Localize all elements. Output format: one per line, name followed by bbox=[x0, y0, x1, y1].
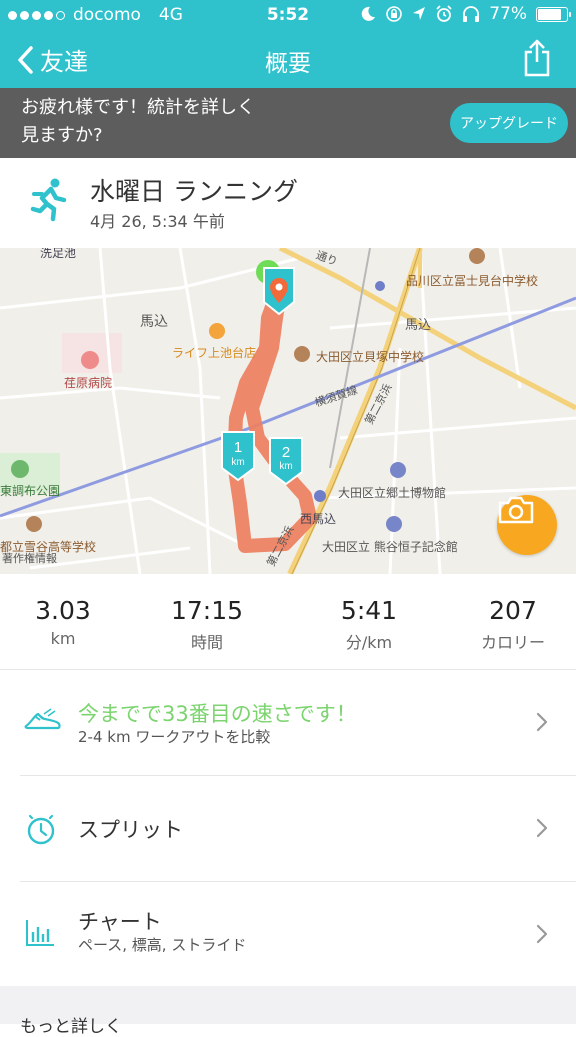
km-marker-1: 1 km bbox=[221, 431, 255, 482]
chart-title: チャート bbox=[78, 910, 162, 934]
compare-subtitle: 2-4 km ワークアウトを比較 bbox=[78, 728, 271, 746]
location-icon bbox=[413, 7, 426, 20]
stat-pace-unit: 分/km bbox=[345, 633, 393, 652]
map-label-copyright: 著作権情報 bbox=[2, 552, 57, 565]
map-label-park: 東調布公園 bbox=[0, 484, 61, 498]
map-label-shinagawa-school: 品川区立冨士見台中学校 bbox=[406, 274, 539, 288]
chart-row[interactable]: チャート ペース, 標高, ストライド bbox=[0, 882, 576, 988]
stat-distance-value: 3.03 bbox=[35, 596, 91, 625]
more-details-label: もっと詳しく bbox=[20, 1017, 122, 1037]
runner-icon bbox=[28, 178, 68, 226]
map-label-life-store: ライフ上池台店 bbox=[172, 346, 257, 360]
hospital-icon bbox=[81, 351, 99, 369]
orientation-lock-icon bbox=[386, 6, 403, 22]
store-icon bbox=[209, 323, 225, 339]
map-label-kyo-museum: 大田区立郷土博物館 bbox=[338, 486, 447, 500]
shoe-icon bbox=[24, 706, 62, 736]
map-label-nishimagome: 西馬込 bbox=[300, 512, 337, 526]
camera-icon bbox=[498, 496, 534, 524]
stat-pace-value: 5:41 bbox=[340, 596, 398, 625]
map-label-kumagai-museum: 大田区立 熊谷恒子記念館 bbox=[322, 540, 458, 554]
station-icon bbox=[314, 490, 326, 502]
stat-duration-value: 17:15 bbox=[170, 596, 244, 625]
stat-calories-value: 207 bbox=[489, 596, 537, 625]
bar-chart-icon bbox=[24, 918, 56, 952]
route-map[interactable]: 1 km 2 km 洗足池 馬込 馬込 品川区立冨士見台中学校 ライフ上池台店 … bbox=[0, 248, 576, 574]
park-icon bbox=[11, 460, 29, 478]
map-label-senzokuike: 洗足池 bbox=[40, 248, 77, 260]
activity-title: 水曜日 ランニング bbox=[90, 177, 298, 206]
chevron-right-icon bbox=[536, 818, 548, 842]
chart-subtitle: ペース, 標高, ストライド bbox=[78, 936, 247, 954]
stat-distance: 3.03 km bbox=[0, 596, 133, 648]
map-label-ebara-hospital: 荏原病院 bbox=[64, 376, 113, 390]
km-marker-2-unit: km bbox=[279, 461, 292, 472]
stopwatch-icon bbox=[24, 812, 58, 850]
stat-calories-unit: カロリー bbox=[480, 633, 545, 652]
upgrade-button[interactable]: アップグレード bbox=[450, 103, 568, 143]
camera-button[interactable] bbox=[497, 495, 557, 555]
school-icon bbox=[294, 346, 310, 362]
page-title: 概要 bbox=[265, 51, 311, 77]
compare-workouts-row[interactable]: 今までで33番目の速さです！ 2-4 km ワークアウトを比較 bbox=[0, 670, 576, 776]
stats-summary: 3.03 km 17:15 時間 5:41 分/km 207 カロリー bbox=[0, 574, 576, 670]
km-marker-1-unit: km bbox=[231, 457, 244, 468]
km-marker-1-number: 1 bbox=[234, 439, 242, 456]
compare-title: 今までで33番目の速さです！ bbox=[78, 702, 357, 726]
chevron-right-icon bbox=[536, 712, 548, 736]
stat-calories: 207 カロリー bbox=[443, 596, 576, 653]
upgrade-banner: お疲れ様です！統計を詳しく見ますか? アップグレード bbox=[0, 88, 576, 158]
upgrade-message: お疲れ様です！統計を詳しく見ますか? bbox=[21, 97, 255, 146]
map-label-magome: 馬込 bbox=[140, 314, 168, 330]
splits-row[interactable]: スプリット bbox=[0, 776, 576, 882]
share-icon bbox=[524, 39, 550, 77]
map-label-kaizuka-school: 大田区立貝塚中学校 bbox=[316, 350, 425, 364]
stat-distance-unit: km bbox=[50, 629, 76, 648]
status-bar: docomo 4G 5:52 77% bbox=[0, 0, 576, 30]
activity-date: 4月 26, 5:34 午前 bbox=[90, 212, 225, 231]
navigation-bar: 友達 概要 bbox=[0, 30, 576, 88]
splits-title: スプリット bbox=[78, 818, 183, 842]
status-right: 77% bbox=[360, 4, 571, 24]
more-details-section: もっと詳しく bbox=[0, 986, 576, 1037]
battery-percent: 77% bbox=[489, 4, 527, 24]
stat-duration-unit: 時間 bbox=[190, 633, 223, 652]
share-button[interactable] bbox=[522, 38, 552, 82]
school-icon bbox=[26, 516, 42, 532]
stat-pace: 5:41 分/km bbox=[299, 596, 439, 653]
chevron-right-icon bbox=[536, 924, 548, 948]
activity-header: 水曜日 ランニング 4月 26, 5:34 午前 bbox=[0, 158, 576, 248]
km-marker-2-number: 2 bbox=[282, 444, 290, 461]
stat-duration: 17:15 時間 bbox=[137, 596, 277, 653]
moon-icon bbox=[361, 6, 376, 21]
alarm-icon bbox=[436, 5, 452, 22]
battery-icon bbox=[536, 6, 571, 22]
museum-icon bbox=[386, 516, 402, 532]
museum-icon bbox=[390, 462, 406, 478]
headphones-icon bbox=[463, 6, 480, 22]
school-icon bbox=[469, 248, 485, 264]
station-icon bbox=[375, 281, 385, 291]
map-label-magome-station: 馬込 bbox=[405, 318, 432, 333]
